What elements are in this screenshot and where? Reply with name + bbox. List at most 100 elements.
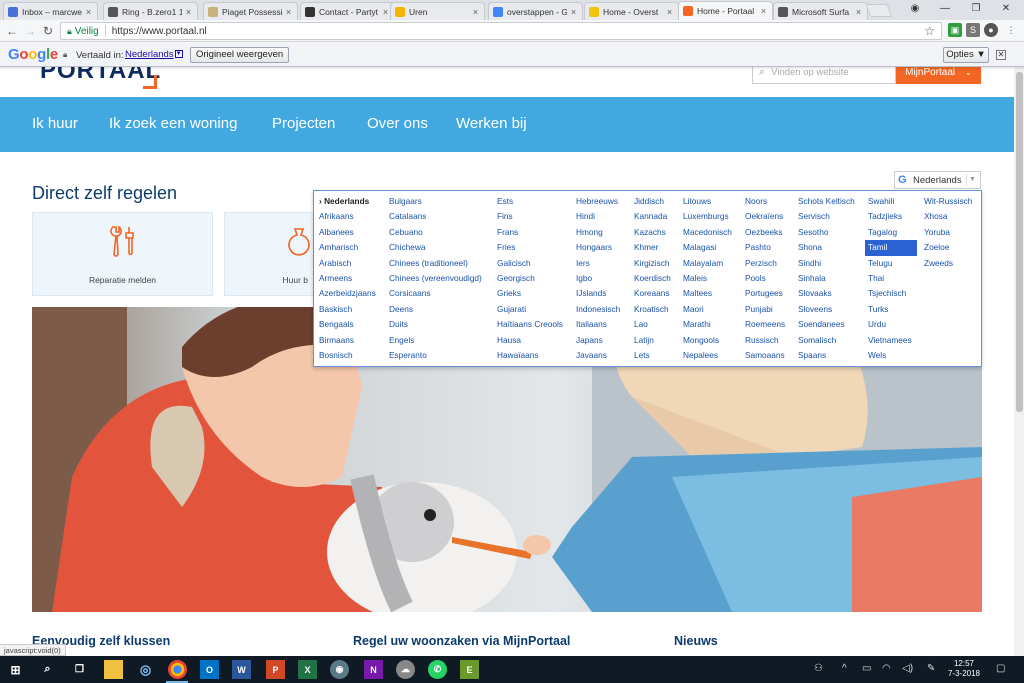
language-option[interactable]: Arabisch bbox=[316, 256, 379, 271]
language-option[interactable]: Hebreeuws bbox=[573, 194, 623, 209]
language-option[interactable]: Grieks bbox=[494, 286, 566, 301]
language-option[interactable]: Khmer bbox=[631, 240, 674, 255]
language-option[interactable]: Litouws bbox=[680, 194, 735, 209]
language-option[interactable]: Javaans bbox=[573, 348, 623, 363]
language-option[interactable]: Chinees (vereenvoudigd) bbox=[386, 271, 485, 286]
language-option[interactable]: Albanees bbox=[316, 225, 379, 240]
language-option[interactable]: › Nederlands bbox=[316, 194, 379, 209]
language-option[interactable]: Kannada bbox=[631, 209, 674, 224]
language-option[interactable]: Yoruba bbox=[921, 225, 975, 240]
language-option[interactable]: Mongools bbox=[680, 333, 735, 348]
language-option[interactable]: Esperanto bbox=[386, 348, 485, 363]
whatsapp-icon[interactable]: ✆ bbox=[428, 660, 447, 679]
file-explorer-icon[interactable] bbox=[104, 660, 123, 679]
language-option[interactable]: Sindhi bbox=[795, 256, 858, 271]
close-tab-icon[interactable]: × bbox=[381, 7, 390, 17]
browser-tab[interactable]: Uren × bbox=[390, 2, 485, 20]
language-option[interactable]: Lets bbox=[631, 348, 674, 363]
language-option[interactable]: Samoaans bbox=[742, 348, 788, 363]
language-option[interactable]: Maltees bbox=[680, 286, 735, 301]
language-option[interactable]: Frans bbox=[494, 225, 566, 240]
language-option[interactable]: Soendanees bbox=[795, 317, 858, 332]
network-icon[interactable]: ◎ bbox=[136, 660, 155, 679]
volume-icon[interactable]: ◁) bbox=[902, 663, 913, 674]
language-option[interactable]: Birmaans bbox=[316, 333, 379, 348]
pen-icon[interactable]: ✎ bbox=[927, 663, 935, 674]
card-reparatie-melden[interactable]: Reparatie melden bbox=[32, 212, 213, 296]
language-option[interactable]: Georgisch bbox=[494, 271, 566, 286]
browser-tab[interactable]: Inbox – marcwe × bbox=[3, 2, 98, 20]
language-option[interactable]: Cebuano bbox=[386, 225, 485, 240]
language-option[interactable]: Schots Keltisch bbox=[795, 194, 858, 209]
language-option[interactable]: Servisch bbox=[795, 209, 858, 224]
language-option[interactable]: Nepalees bbox=[680, 348, 735, 363]
language-option[interactable]: Duits bbox=[386, 317, 485, 332]
language-option[interactable]: Kirgizisch bbox=[631, 256, 674, 271]
extension-evernote-icon[interactable]: ▣ bbox=[948, 23, 962, 37]
wifi-icon[interactable]: ◠ bbox=[882, 663, 891, 674]
language-option[interactable]: Koerdisch bbox=[631, 271, 674, 286]
options-button[interactable]: Opties ▼ bbox=[943, 47, 989, 63]
language-option[interactable]: Kazachs bbox=[631, 225, 674, 240]
language-option[interactable]: Japans bbox=[573, 333, 623, 348]
language-option[interactable]: Oezbeeks bbox=[742, 225, 788, 240]
forward-button[interactable]: → bbox=[22, 23, 38, 39]
language-option[interactable]: Engels bbox=[386, 333, 485, 348]
language-option[interactable]: Zoeloe bbox=[921, 240, 975, 255]
search-icon[interactable]: ⌕ bbox=[38, 660, 57, 679]
browser-tab[interactable]: Microsoft Surfa × bbox=[773, 2, 868, 20]
close-tab-icon[interactable]: × bbox=[184, 7, 193, 17]
language-option[interactable]: Maori bbox=[680, 302, 735, 317]
language-option[interactable]: Hmong bbox=[573, 225, 623, 240]
app-cloud-icon[interactable]: ☁ bbox=[396, 660, 415, 679]
language-option[interactable]: Malayalam bbox=[680, 256, 735, 271]
site-search-input[interactable]: ⌕ Vinden op website bbox=[752, 67, 896, 84]
onenote-icon[interactable]: N bbox=[364, 660, 383, 679]
language-option[interactable]: Sinhala bbox=[795, 271, 858, 286]
language-option[interactable]: Corsicaans bbox=[386, 286, 485, 301]
language-option[interactable]: Ests bbox=[494, 194, 566, 209]
language-option[interactable]: Malagasi bbox=[680, 240, 735, 255]
language-option[interactable]: Telugu bbox=[865, 256, 917, 271]
address-bar[interactable]: 🔒︎ Veilig https://www.portaal.nl ☆ bbox=[60, 22, 942, 40]
scrollbar-thumb[interactable] bbox=[1016, 72, 1023, 412]
language-option[interactable]: Hawaïaans bbox=[494, 348, 566, 363]
language-option[interactable]: Swahili bbox=[865, 194, 917, 209]
browser-tab[interactable]: Home - Overst × bbox=[584, 2, 679, 20]
language-option[interactable]: Azerbeidzjaans bbox=[316, 286, 379, 301]
language-option[interactable]: Wels bbox=[865, 348, 917, 363]
language-option[interactable]: Fries bbox=[494, 240, 566, 255]
language-option[interactable]: Noors bbox=[742, 194, 788, 209]
language-option[interactable]: Sloveens bbox=[795, 302, 858, 317]
language-option[interactable]: Wit-Russisch bbox=[921, 194, 975, 209]
people-icon[interactable]: ⚇ bbox=[814, 663, 823, 674]
close-tab-icon[interactable]: × bbox=[569, 7, 578, 17]
language-option[interactable]: Perzisch bbox=[742, 256, 788, 271]
evernote-icon[interactable]: E bbox=[460, 660, 479, 679]
language-option[interactable]: Zweeds bbox=[921, 256, 975, 271]
language-option[interactable]: Hongaars bbox=[573, 240, 623, 255]
maximize-icon[interactable]: ❐ bbox=[967, 2, 985, 16]
language-option[interactable]: Haïtiaans Creools bbox=[494, 317, 566, 332]
language-option[interactable]: Maleis bbox=[680, 271, 735, 286]
close-tab-icon[interactable]: × bbox=[471, 7, 480, 17]
profile-icon[interactable]: ◉ bbox=[906, 2, 924, 16]
language-option[interactable]: Lao bbox=[631, 317, 674, 332]
close-window-icon[interactable]: ✕ bbox=[997, 2, 1015, 16]
task-view-icon[interactable]: ❐ bbox=[70, 660, 89, 679]
language-option[interactable]: Pashto bbox=[742, 240, 788, 255]
language-option[interactable]: Tagalog bbox=[865, 225, 917, 240]
nav-ik-zoek-een-woning[interactable]: Ik zoek een woning bbox=[109, 115, 237, 132]
chrome-icon[interactable] bbox=[168, 660, 187, 679]
taskbar-clock[interactable]: 12:57 7-3-2018 bbox=[946, 659, 982, 679]
language-option[interactable]: Spaans bbox=[795, 348, 858, 363]
close-icon[interactable]: ✕ bbox=[996, 50, 1006, 60]
language-option[interactable]: IJslands bbox=[573, 286, 623, 301]
translate-language-select[interactable]: Nederlands ▼ bbox=[125, 49, 183, 60]
minimize-icon[interactable]: — bbox=[936, 2, 954, 16]
bookmark-star-icon[interactable]: ☆ bbox=[924, 24, 935, 38]
mijnportaal-button[interactable]: MijnPortaal ⌄ bbox=[896, 67, 981, 84]
translate-widget-select[interactable]: G Nederlands ▼ bbox=[894, 171, 981, 189]
language-option[interactable]: Pools bbox=[742, 271, 788, 286]
new-tab-button[interactable] bbox=[865, 4, 893, 17]
